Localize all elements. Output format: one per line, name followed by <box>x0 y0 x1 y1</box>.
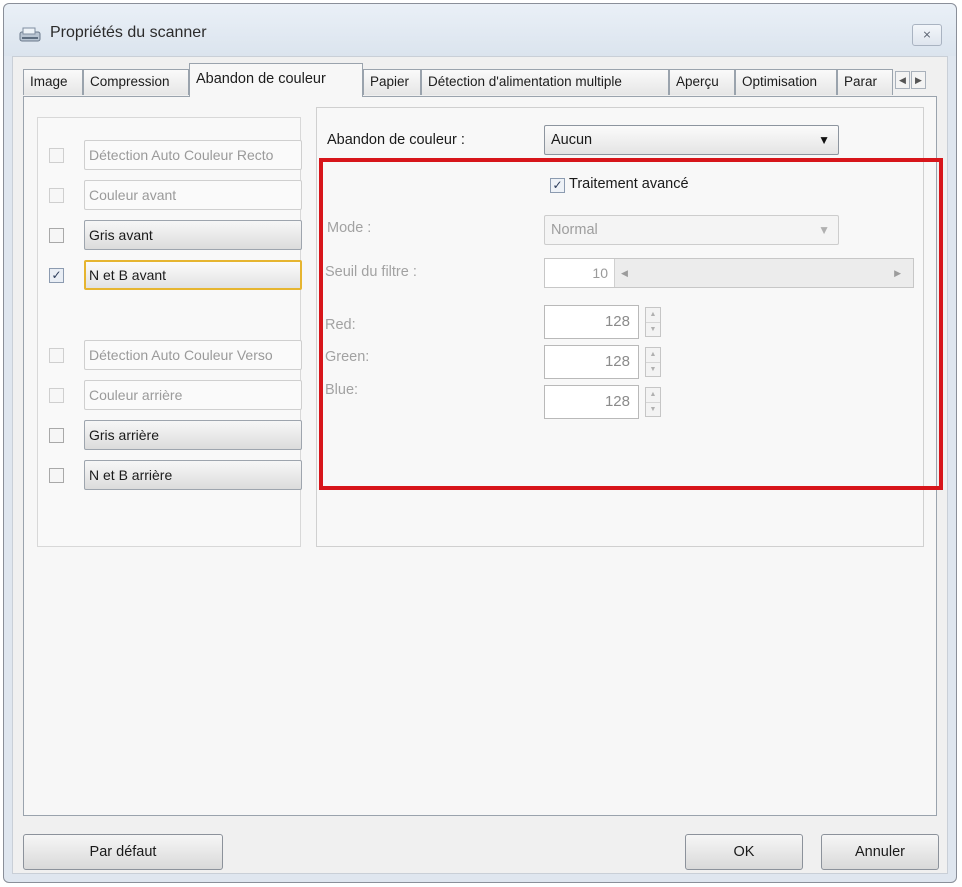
list-item: Couleur avant <box>38 180 302 210</box>
tab-compression[interactable]: Compression <box>83 69 189 95</box>
dropout-settings-group: Abandon de couleur : Aucun ▼ ✓ Traitemen… <box>316 107 924 547</box>
tab-image[interactable]: Image <box>23 69 83 95</box>
default-button[interactable]: Par défaut <box>23 834 223 870</box>
spin-up-icon[interactable]: ▲ <box>646 308 660 322</box>
close-icon: ⨯ <box>922 29 932 41</box>
ok-button[interactable]: OK <box>685 834 803 870</box>
arrow-left-icon[interactable]: ◀ <box>621 259 628 287</box>
tab-abandon-de-couleur[interactable]: Abandon de couleur <box>189 63 363 97</box>
green-spinner[interactable]: ▲ ▼ <box>645 347 661 377</box>
tab-scroll-left-button[interactable]: ◀ <box>895 71 910 89</box>
tab-parametres[interactable]: Parar <box>837 69 893 95</box>
list-item: Détection Auto Couleur Recto <box>38 140 302 170</box>
chevron-left-icon: ◀ <box>899 75 906 85</box>
check-icon: ✓ <box>51 268 62 282</box>
image-item-gray-back[interactable]: Gris arrière <box>84 420 302 450</box>
cancel-button[interactable]: Annuler <box>821 834 939 870</box>
close-button[interactable]: ⨯ <box>912 24 942 46</box>
image-item-bw-front[interactable]: N et B avant <box>84 260 302 290</box>
green-input[interactable]: 128 <box>544 345 639 379</box>
tab-papier[interactable]: Papier <box>363 69 421 95</box>
image-item-color-back[interactable]: Couleur arrière <box>84 380 302 410</box>
blue-spinner[interactable]: ▲ ▼ <box>645 387 661 417</box>
tab-scroll-right-button[interactable]: ▶ <box>911 71 926 89</box>
red-input[interactable]: 128 <box>544 305 639 339</box>
filter-threshold-value: 10 <box>545 259 615 287</box>
red-label: Red: <box>325 317 356 333</box>
advanced-processing-checkbox[interactable]: ✓ <box>550 178 565 193</box>
title-bar: Propriétés du scanner ⨯ <box>4 4 956 56</box>
image-item-bw-back[interactable]: N et B arrière <box>84 460 302 490</box>
image-item-gray-front[interactable]: Gris avant <box>84 220 302 250</box>
checkbox-bw-back[interactable] <box>49 468 64 483</box>
tab-detection-alimentation-multiple[interactable]: Détection d'alimentation multiple <box>421 69 669 95</box>
spin-down-icon[interactable]: ▼ <box>646 402 660 416</box>
checkbox-gray-back[interactable] <box>49 428 64 443</box>
spin-down-icon[interactable]: ▼ <box>646 322 660 336</box>
scanner-app-icon <box>19 27 41 42</box>
blue-input[interactable]: 128 <box>544 385 639 419</box>
tab-optimisation[interactable]: Optimisation <box>735 69 837 95</box>
checkbox-gray-front[interactable] <box>49 228 64 243</box>
chevron-down-icon: ▼ <box>818 133 830 147</box>
spin-up-icon[interactable]: ▲ <box>646 388 660 402</box>
dialog-body: Image Compression Abandon de couleur Pap… <box>12 56 948 874</box>
spin-up-icon[interactable]: ▲ <box>646 348 660 362</box>
list-item: Gris arrière <box>38 420 302 450</box>
arrow-right-icon[interactable]: ▶ <box>894 259 901 287</box>
mode-label: Mode : <box>327 220 372 236</box>
check-icon: ✓ <box>552 178 563 192</box>
filter-threshold-slider[interactable]: 10 ◀ ▶ <box>544 258 914 288</box>
checkbox-auto-color-front[interactable] <box>49 148 64 163</box>
list-item: ✓ N et B avant <box>38 260 302 290</box>
list-item: N et B arrière <box>38 460 302 490</box>
chevron-down-icon: ▼ <box>818 223 830 237</box>
red-spinner[interactable]: ▲ ▼ <box>645 307 661 337</box>
window-title: Propriétés du scanner <box>50 24 207 41</box>
list-item: Détection Auto Couleur Verso <box>38 340 302 370</box>
list-item: Gris avant <box>38 220 302 250</box>
list-item: Couleur arrière <box>38 380 302 410</box>
mode-value: Normal <box>551 222 598 238</box>
advanced-processing-label: Traitement avancé <box>569 176 689 192</box>
spin-down-icon[interactable]: ▼ <box>646 362 660 376</box>
image-item-auto-color-front[interactable]: Détection Auto Couleur Recto <box>84 140 302 170</box>
slider-track[interactable]: ◀ ▶ <box>615 259 913 287</box>
tab-apercu[interactable]: Aperçu <box>669 69 735 95</box>
checkbox-bw-front[interactable]: ✓ <box>49 268 64 283</box>
image-item-color-front[interactable]: Couleur avant <box>84 180 302 210</box>
mode-select[interactable]: Normal ▼ <box>544 215 839 245</box>
checkbox-color-front[interactable] <box>49 188 64 203</box>
dropout-color-select[interactable]: Aucun ▼ <box>544 125 839 155</box>
green-label: Green: <box>325 349 370 365</box>
image-item-auto-color-back[interactable]: Détection Auto Couleur Verso <box>84 340 302 370</box>
image-selection-list: Détection Auto Couleur Recto Couleur ava… <box>37 117 302 547</box>
dropout-label: Abandon de couleur : <box>327 132 465 148</box>
checkbox-color-back[interactable] <box>49 388 64 403</box>
chevron-right-icon: ▶ <box>915 75 922 85</box>
dropout-color-value: Aucun <box>551 132 593 148</box>
checkbox-auto-color-back[interactable] <box>49 348 64 363</box>
scanner-properties-window: Propriétés du scanner ⨯ Image Compressio… <box>3 3 957 883</box>
filter-threshold-label: Seuil du filtre : <box>325 264 417 280</box>
blue-label: Blue: <box>325 382 359 398</box>
tab-panel-abandon-de-couleur: Détection Auto Couleur Recto Couleur ava… <box>23 96 943 816</box>
